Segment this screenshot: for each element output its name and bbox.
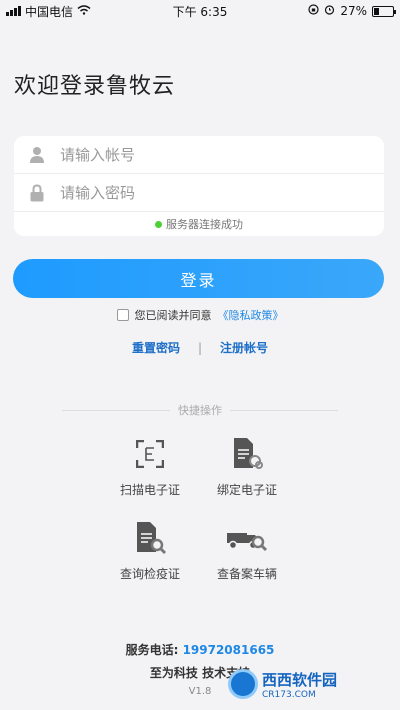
login-button[interactable]: 登录 [13, 259, 384, 298]
orientation-lock-icon [308, 4, 319, 18]
account-input[interactable] [60, 145, 360, 164]
divider-line [230, 409, 338, 411]
server-status: 服务器连接成功 [14, 216, 384, 232]
divider-line [62, 409, 170, 411]
status-bar: 中国电信 下午 6:35 27% [0, 0, 400, 22]
quick-item-label: 绑定电子证 [216, 483, 277, 497]
lock-icon [14, 183, 60, 202]
truck-search-icon [197, 521, 297, 555]
wifi-icon [77, 4, 91, 18]
quick-item-label: 扫描电子证 [119, 483, 180, 497]
page-title: 欢迎登录鲁牧云 [14, 74, 176, 99]
watermark-main-text: 西西软件园 [262, 670, 338, 689]
account-links: 重置密码 | 注册帐号 [0, 339, 400, 356]
service-phone: 服务电话: 19972081665 [0, 641, 400, 658]
quick-scan-certificate[interactable]: 扫描电子证 [100, 437, 200, 498]
quick-check-vehicle[interactable]: 查备案车辆 [197, 521, 297, 582]
service-phone-label: 服务电话: [125, 643, 179, 657]
watermark: 西西软件园 CR173.COM [228, 664, 388, 704]
agreement-text: 您已阅读并同意 [134, 309, 212, 322]
quick-item-label: 查询检疫证 [119, 567, 180, 581]
agreement-row: 您已阅读并同意 《隐私政策》 [0, 307, 400, 323]
quick-bind-certificate[interactable]: 绑定电子证 [197, 437, 297, 498]
status-time: 下午 6:35 [172, 4, 228, 19]
scan-frame-icon [100, 437, 200, 471]
password-input[interactable] [60, 183, 360, 202]
carrier-label: 中国电信 [25, 4, 74, 19]
battery-icon [372, 5, 396, 17]
watermark-logo-icon [228, 669, 258, 699]
quick-actions-title: 快捷操作 [178, 404, 222, 417]
document-link-icon [197, 437, 297, 471]
quick-item-label: 查备案车辆 [216, 567, 277, 581]
register-link[interactable]: 注册帐号 [220, 339, 268, 356]
status-dot-icon [155, 220, 162, 228]
document-search-icon [100, 521, 200, 555]
link-separator: | [197, 340, 203, 355]
login-card: 服务器连接成功 [14, 136, 384, 236]
battery-percent: 27% [340, 4, 367, 18]
service-phone-number[interactable]: 19972081665 [183, 643, 275, 657]
watermark-sub-text: CR173.COM [262, 689, 316, 700]
privacy-policy-link[interactable]: 《隐私政策》 [218, 307, 284, 323]
signal-icon [6, 6, 21, 16]
account-field [14, 136, 384, 174]
server-status-text: 服务器连接成功 [166, 218, 243, 231]
reset-password-link[interactable]: 重置密码 [132, 339, 180, 356]
user-icon [14, 146, 60, 163]
password-field [14, 174, 384, 212]
quick-query-quarantine[interactable]: 查询检疫证 [100, 521, 200, 582]
alarm-icon [324, 4, 335, 18]
agreement-checkbox[interactable] [116, 309, 129, 321]
quick-actions-divider: 快捷操作 [62, 403, 338, 417]
